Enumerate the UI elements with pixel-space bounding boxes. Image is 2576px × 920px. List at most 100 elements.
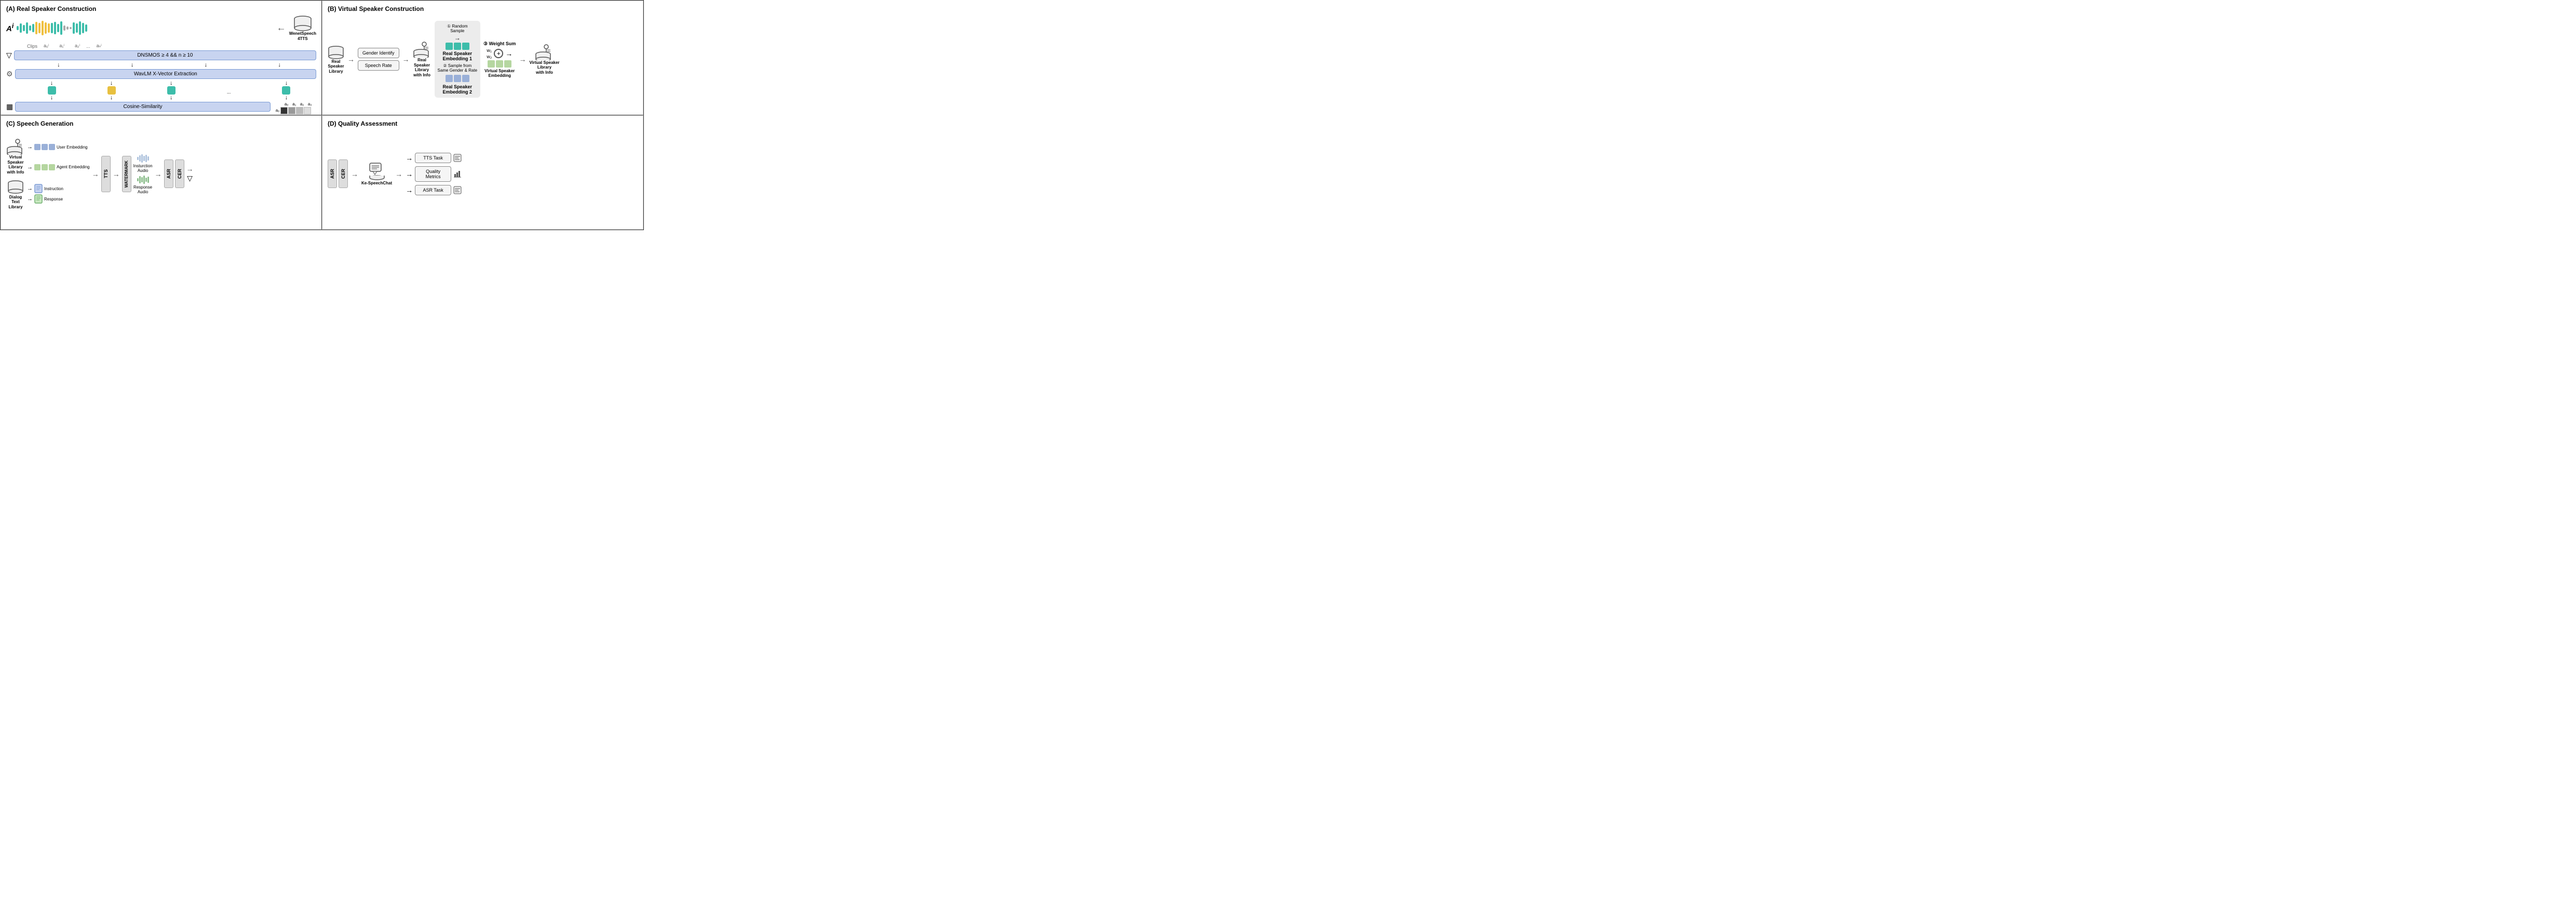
waveform-bar [54,22,56,34]
d-tasks: → TTS Task → Quality Metrics [406,153,462,195]
virtual-emb-label: Virtual SpeakerEmbedding [484,69,515,78]
sq-col-2: ↓ ↓ [167,80,176,101]
d-asr-task-box: ASR Task [415,185,451,195]
c-user-emb-label: User Embedding [57,145,88,150]
blue-sq-2 [462,75,469,82]
c-left-libs: VirtualSpeakerLibrarywith Info DialogTex… [6,138,25,209]
c-agent-emb-row: → Agent Embedding [27,164,90,170]
d-quality-metrics-icon [453,170,462,178]
sq-col-0: ↓ ↓ [48,80,56,101]
matrix-cell [280,107,288,114]
c-dialog-lib-svg [7,179,24,195]
waveform [17,20,273,36]
panel-c: (C) Speech Generation [1,115,322,230]
teal-sq-2 [167,86,176,95]
panel-a-title: (A) Real Speaker Construction [6,5,316,12]
b-arrow-3: → [519,55,526,63]
b-arrow-1: → [347,55,355,63]
matrix-body: a₀ a₁ a₂ a₃ [276,107,316,115]
blue-sq-1 [454,75,461,82]
c-arrow-user: → [27,144,33,150]
ai-label: Ai [6,22,14,33]
filter2-row: ⚙ WavLM X-Vector Extraction [6,69,316,79]
matrix-top-labels: a₀ a₁ a₂ a₃ [283,102,316,106]
waveform-bar [51,23,53,33]
c-tts-box: TTS [101,156,111,192]
c-instr-audio: InsturctionAudio [133,154,153,173]
waveform-bar [45,22,47,34]
d-tts-task-icon [453,154,462,162]
arrows-down-1: ↓ ↓ ↓ ↓ [6,62,316,68]
c-instr-label: Instruction [44,186,63,191]
waveform-bar [29,25,31,31]
cosine-section: ▦ Cosine-Similarity a₀ a₁ a₂ a₃ a₀ a₁ a₂… [6,102,316,115]
panel-b: (B) Virtual Speaker Construction RealSpe… [322,1,643,115]
panel-d-title: (D) Quality Assessment [328,120,638,127]
d-tts-task-box: TTS Task [415,153,451,163]
b-random-sample: ① RandomSample → Real SpeakerEmbedding 1 [438,24,477,61]
agent-emb-sq-1 [42,164,48,170]
lg-sq-0 [488,60,495,68]
b-virtual-lib-svg [535,44,554,60]
c-dialog-lib-label: DialogTextLibrary [8,195,22,210]
c-watermark-box: WATERMARK [122,156,131,192]
panel-a: (A) Real Speaker Construction Ai [1,1,322,115]
waveform-bar [26,22,28,34]
sample-gender-rate-label: ② Sample fromSame Gender & Rate [438,63,477,73]
d-asr-task-row: → ASR Task [406,185,462,195]
d-arrow-quality: → [406,170,413,178]
teal-squares-row [446,43,469,50]
c-asr-box: ASR [164,159,173,188]
arrow-random-sample: → [454,34,461,42]
db-icon-svg [293,15,312,31]
c-filter-icon: ▽ [187,174,193,183]
c-instr-resp: → Instruction → [27,184,90,204]
b-real-lib: RealSpeakerLibrary [328,45,344,74]
matrix-cell [288,107,295,114]
matrix-side-labels: a₀ a₁ a₂ a₃ [276,107,280,115]
c-instr-audio-wave [137,154,149,163]
d-quality-metrics-row: → Quality Metrics [406,166,462,182]
waveform-bar [60,21,62,35]
clips-label: Clips [27,44,37,49]
waveform-bar [57,24,59,32]
agent-emb-sq-2 [49,164,55,170]
c-arrow-filter: → [186,165,194,173]
user-emb-sq-2 [49,144,55,150]
waveform-bar [17,26,19,30]
waveform-bar [63,25,65,31]
sq-col-4: ↓ ↓ [282,80,290,101]
d-quality-metrics-box: Quality Metrics [415,166,451,182]
w-labels: w₁ w₂ [487,48,492,59]
d-asr-cer: ASR CER [328,159,348,188]
blue-sq-0 [446,75,453,82]
real-emb-2-label: Real SpeakerEmbedding 2 [438,84,477,95]
teal-sq-0 [48,86,56,95]
user-emb-sq-1 [42,144,48,150]
wenet-label: WenetSpeech4TTS [289,31,316,41]
c-resp-doc-icon [34,194,43,204]
c-dialog-lib: DialogTextLibrary [6,179,25,210]
waveform-bar [79,21,81,35]
d-arrow-2: → [395,170,402,178]
sq-col-3: ↓ ... ↓ [227,83,231,101]
b-real-lib-info: RealSpeakerLibrarywith Info [413,41,431,77]
blue-squares-row [438,75,477,82]
b-gender-rate: Gender Identify Speech Rate [358,48,399,71]
real-emb-1-label: Real SpeakerEmbedding 1 [443,51,473,61]
d-cer-text: CER [341,169,346,179]
plus-circle: + [494,49,503,58]
teal-sq-b0 [446,43,453,50]
waveform-bar [38,23,41,33]
waveform-bar [73,22,75,34]
cosine-left: ▦ Cosine-Similarity [6,102,271,112]
c-arrow-to-tts: → [92,170,99,178]
b-sampling-section: ① RandomSample → Real SpeakerEmbedding 1… [435,21,480,98]
arrow-weight-sum: → [505,49,512,58]
c-instr-doc-icon [34,184,43,193]
user-emb-sq-0 [34,144,41,150]
c-arrow-resp: → [27,196,33,202]
c-virtual-lib-svg [6,138,25,155]
c-cer-text: CER [177,169,182,179]
b-virtual-lib-info: Virtual SpeakerLibrarywith Info [529,44,559,75]
